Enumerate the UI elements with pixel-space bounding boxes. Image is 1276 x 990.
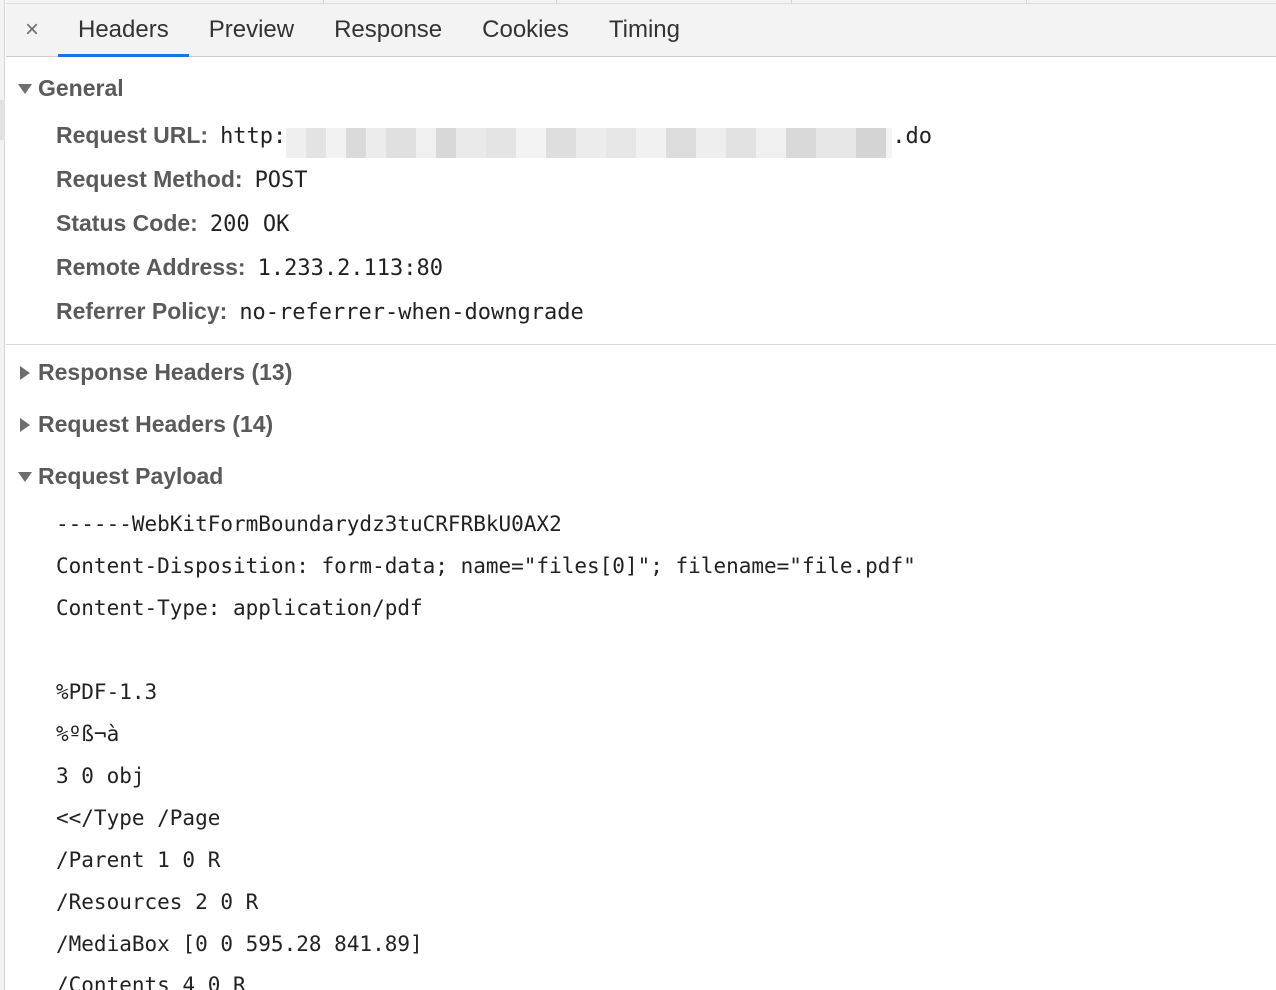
request-method-label: Request Method: <box>56 166 243 192</box>
payload-line: <</Type /Page <box>56 806 221 830</box>
referrer-policy-label: Referrer Policy: <box>56 298 228 324</box>
payload-line: Content-Type: application/pdf <box>56 596 423 620</box>
payload-line: /Parent 1 0 R <box>56 848 221 872</box>
payload-line: Content-Disposition: form-data; name="fi… <box>56 554 916 578</box>
response-headers-title: Response Headers (13) <box>38 359 293 385</box>
section-divider <box>6 344 1276 345</box>
request-payload-title: Request Payload <box>38 463 224 489</box>
status-code-value: 200 OK <box>209 212 290 237</box>
request-payload-toggle[interactable]: Request Payload <box>18 463 223 490</box>
status-code-label: Status Code: <box>56 210 198 236</box>
referrer-policy-row: Referrer Policy: no-referrer-when-downgr… <box>56 298 584 325</box>
headers-content: General Request URL: http: .do Request Me… <box>6 57 1276 990</box>
collapsed-triangle-icon <box>20 365 30 380</box>
request-headers-title: Request Headers (14) <box>38 411 274 437</box>
tab-cookies[interactable]: Cookies <box>462 4 589 56</box>
request-url-label: Request URL: <box>56 122 209 148</box>
tab-preview[interactable]: Preview <box>189 4 314 56</box>
payload-line: %PDF-1.3 <box>56 680 158 704</box>
payload-line: ------WebKitFormBoundarydz3tuCRFRBkU0AX2 <box>56 512 562 536</box>
request-url-value: http: .do <box>220 122 933 158</box>
tab-headers[interactable]: Headers <box>58 4 189 57</box>
remote-address-row: Remote Address: 1.233.2.113:80 <box>56 254 443 281</box>
general-section-toggle[interactable]: General <box>18 75 124 102</box>
remote-address-value: 1.233.2.113:80 <box>257 256 444 281</box>
payload-line: /MediaBox [0 0 595.28 841.89] <box>56 932 423 956</box>
tab-timing[interactable]: Timing <box>589 4 700 56</box>
request-method-row: Request Method: POST <box>56 166 308 193</box>
general-section-title: General <box>38 75 124 101</box>
remote-address-label: Remote Address: <box>56 254 246 280</box>
devtools-network-detail-panel: × Headers Preview Response Cookies Timin… <box>0 0 1276 990</box>
request-url-prefix: http: <box>220 124 287 149</box>
expanded-triangle-icon <box>18 471 32 482</box>
status-code-row: Status Code: 200 OK <box>56 210 289 237</box>
referrer-policy-value: no-referrer-when-downgrade <box>239 300 584 325</box>
request-url-suffix: .do <box>892 124 933 149</box>
request-headers-toggle[interactable]: Request Headers (14) <box>18 411 273 438</box>
tab-response[interactable]: Response <box>314 4 462 56</box>
response-headers-toggle[interactable]: Response Headers (13) <box>18 359 292 386</box>
detail-tab-bar: × Headers Preview Response Cookies Timin… <box>6 4 1276 57</box>
payload-line: /Resources 2 0 R <box>56 890 259 914</box>
request-method-value: POST <box>254 168 308 193</box>
payload-line: %ºß¬à <box>56 722 120 746</box>
expanded-triangle-icon <box>18 83 32 94</box>
payload-line: 3 0 obj <box>56 764 145 788</box>
close-icon[interactable]: × <box>6 4 58 56</box>
request-url-row: Request URL: http: .do <box>56 122 933 158</box>
collapsed-triangle-icon <box>20 417 30 432</box>
payload-line: /Contents 4 0 R <box>56 973 246 990</box>
splitter-highlight <box>0 100 5 140</box>
panel-splitter[interactable] <box>0 0 5 990</box>
redacted-url-blur <box>286 128 893 158</box>
